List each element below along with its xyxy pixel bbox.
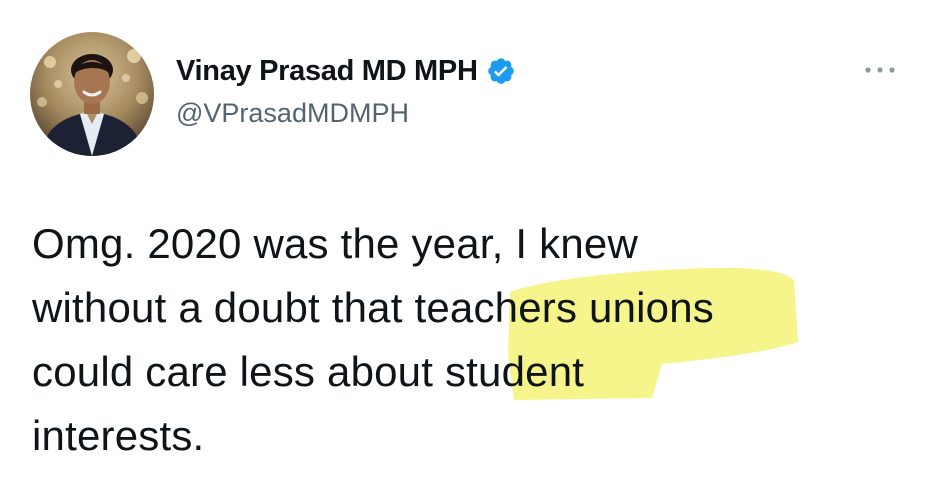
display-name[interactable]: Vinay Prasad MD MPH: [176, 55, 478, 88]
tweet-text-line: without a doubt that teachers unions: [32, 284, 714, 331]
more-options-icon[interactable]: [862, 58, 898, 82]
avatar[interactable]: [30, 32, 154, 156]
tweet-text-line: interests.: [32, 412, 205, 459]
handle[interactable]: @VPrasadMDMPH: [176, 98, 409, 129]
tweet-text-line: Omg. 2020 was the year, I knew: [32, 220, 638, 267]
tweet-card: Vinay Prasad MD MPH @VPrasadMDMPH Omg. 2…: [0, 0, 930, 504]
profile-photo: [30, 32, 154, 156]
tweet-text: Omg. 2020 was the year, I knew without a…: [32, 212, 912, 468]
name-row: Vinay Prasad MD MPH: [176, 54, 516, 88]
tweet-text-line: could care less about student: [32, 348, 585, 395]
verified-badge-icon: [487, 58, 514, 84]
